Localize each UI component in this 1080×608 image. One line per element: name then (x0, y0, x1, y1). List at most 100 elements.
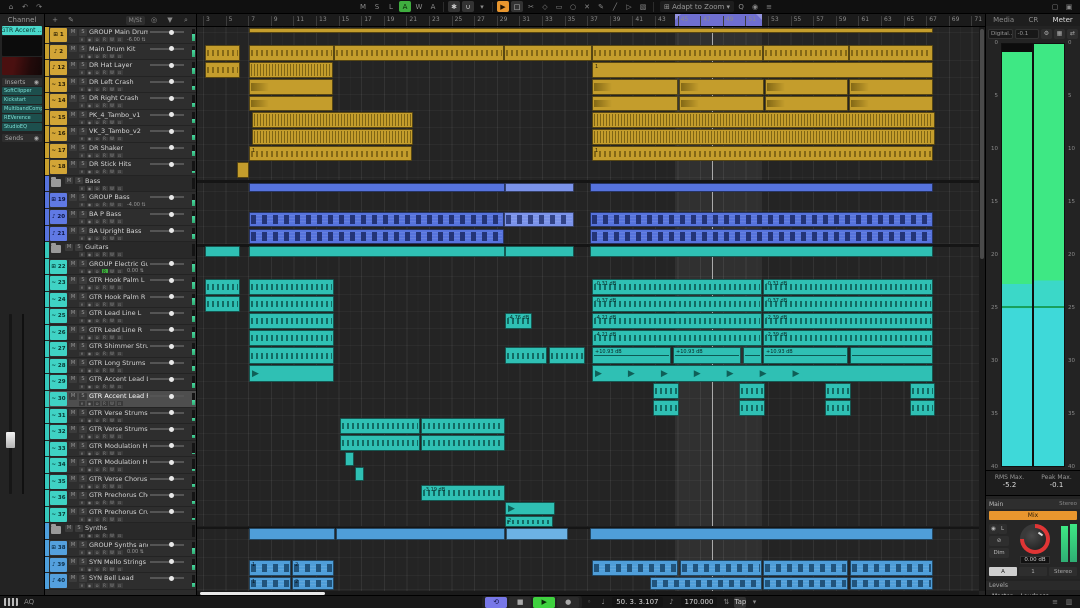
mute-button[interactable]: M (69, 260, 77, 267)
audio-clip[interactable]: 1 (592, 146, 933, 161)
track-number-badge[interactable]: ~ 17 (50, 144, 67, 158)
track-control-button[interactable]: ◉ (87, 335, 93, 340)
inserts-section-header[interactable]: Inserts◉ (2, 78, 42, 86)
track-control-button[interactable]: ⊜ (94, 103, 100, 108)
playback-tool[interactable]: ▷ (623, 1, 635, 12)
mute-button[interactable]: M (69, 558, 77, 565)
solo-button[interactable]: S (79, 293, 87, 300)
track-control-button[interactable]: ◉ (87, 501, 93, 506)
mute-button[interactable]: M (69, 409, 77, 416)
sends-bypass-icon[interactable]: ◉ (34, 135, 39, 142)
track-control-button[interactable]: R (102, 368, 108, 373)
track-control-button[interactable]: ⊜ (94, 54, 100, 59)
track-row[interactable]: ~ 17MSDR Shakere◉⊜RW⊡ (45, 143, 196, 160)
talkback-icon[interactable]: ⊘ (989, 536, 1009, 546)
audio-clip[interactable] (590, 212, 933, 227)
edit-channel-button[interactable]: e (79, 401, 85, 406)
audio-clip[interactable] (592, 45, 763, 61)
audio-clip[interactable] (334, 45, 504, 61)
home-icon[interactable]: ⌂ (5, 1, 17, 12)
edit-channel-button[interactable]: e (79, 170, 85, 175)
track-number-badge[interactable]: ~ 15 (50, 111, 67, 125)
audio-clip[interactable] (910, 383, 935, 399)
solo-button[interactable]: S (79, 541, 87, 548)
stop-button[interactable]: ■ (509, 597, 531, 608)
audio-clip[interactable] (249, 62, 333, 78)
mute-button[interactable]: M (69, 194, 77, 201)
tempo-display[interactable]: 170.000 (681, 597, 718, 607)
audio-clip[interactable] (849, 96, 933, 111)
track-control-button[interactable]: R (102, 186, 108, 191)
maximize-icon[interactable]: ▢ (1049, 1, 1061, 12)
edit-channel-button[interactable]: e (79, 203, 85, 208)
audio-clip[interactable]: ▶▶▶▶▶▶▶ (592, 365, 933, 382)
track-control-button[interactable]: ⊜ (94, 203, 100, 208)
volume-slider[interactable] (150, 544, 184, 546)
undo-icon[interactable]: ↶ (19, 1, 31, 12)
solo-button[interactable]: S (75, 525, 83, 532)
track-control-button[interactable]: W (109, 335, 115, 340)
track-control-button[interactable]: ⊡ (117, 385, 123, 390)
mute-button[interactable]: M (69, 95, 77, 102)
mute-button[interactable]: M (69, 359, 77, 366)
edit-channel-button[interactable]: e (79, 285, 85, 290)
track-control-button[interactable]: W (109, 550, 115, 555)
solo-button[interactable]: S (79, 492, 87, 499)
track-control-button[interactable]: R (102, 302, 108, 307)
panels-icon[interactable]: ▣ (1063, 1, 1075, 12)
audio-clip[interactable] (249, 347, 334, 364)
audio-clip[interactable]: 1 (249, 146, 412, 161)
track-number-badge[interactable]: ~ 24 (50, 293, 67, 307)
track-control-button[interactable]: R (102, 236, 108, 241)
track-number-badge[interactable]: ~ 31 (50, 409, 67, 423)
audio-clip[interactable] (249, 296, 334, 312)
solo-button[interactable]: S (75, 177, 83, 184)
track-control-button[interactable]: W (109, 368, 115, 373)
solo-button[interactable]: S (79, 29, 87, 36)
track-number-badge[interactable]: ~ 35 (50, 475, 67, 489)
track-control-button[interactable]: R (102, 153, 108, 158)
track-number-badge[interactable]: ♪ 39 (50, 558, 67, 572)
volume-slider[interactable] (150, 230, 184, 232)
channel-fader[interactable] (9, 314, 12, 494)
solo-button[interactable]: S (79, 62, 87, 69)
edit-channel-button[interactable]: e (79, 302, 85, 307)
track-control-button[interactable]: W (109, 219, 115, 224)
track-control-button[interactable]: ⊡ (117, 87, 123, 92)
audio-clip[interactable]: +10.93 dB (592, 347, 671, 364)
track-control-button[interactable]: ⊜ (94, 120, 100, 125)
edit-channel-button[interactable]: e (79, 153, 85, 158)
track-control-button[interactable]: ⊡ (117, 302, 123, 307)
mute-button[interactable]: M (69, 326, 77, 333)
edit-channel-button[interactable]: e (79, 434, 85, 439)
audio-clip[interactable] (739, 383, 765, 399)
audio-clip[interactable] (763, 45, 849, 61)
audio-clip[interactable] (421, 418, 505, 434)
levels-header[interactable]: Levels (986, 581, 1080, 590)
track-control-button[interactable]: ⊡ (117, 484, 123, 489)
meter-layout-icon[interactable]: ▦ (1054, 29, 1065, 39)
audio-clip[interactable] (205, 45, 240, 61)
track-number-badge[interactable]: ♪ 20 (50, 210, 67, 224)
audio-clip[interactable] (421, 435, 505, 451)
audio-clip[interactable]: -0.37 dB (763, 296, 933, 312)
solo-button[interactable]: S (79, 359, 87, 366)
volume-slider[interactable] (150, 345, 184, 347)
track-control-button[interactable]: W (109, 54, 115, 59)
cycle-button[interactable]: ⟲ (485, 597, 507, 608)
track-control-button[interactable]: ⊜ (94, 501, 100, 506)
insert-slot[interactable]: MultibandComp (2, 105, 42, 113)
folder-icon[interactable] (51, 179, 61, 187)
track-control-button[interactable]: ⊜ (94, 550, 100, 555)
audio-clip[interactable] (592, 79, 678, 95)
track-control-button[interactable]: ◉ (87, 285, 93, 290)
track-control-button[interactable]: R (102, 451, 108, 456)
solo-button[interactable]: S (79, 442, 87, 449)
audio-clip[interactable] (653, 400, 679, 416)
track-control-button[interactable]: ◉ (87, 252, 93, 257)
right-zone-tab-cr[interactable]: CR (1028, 16, 1038, 24)
track-control-button[interactable]: ◉ (87, 451, 93, 456)
audio-clip[interactable] (679, 79, 764, 95)
track-control-button[interactable]: ◉ (87, 54, 93, 59)
track-control-button[interactable]: R (102, 517, 108, 522)
